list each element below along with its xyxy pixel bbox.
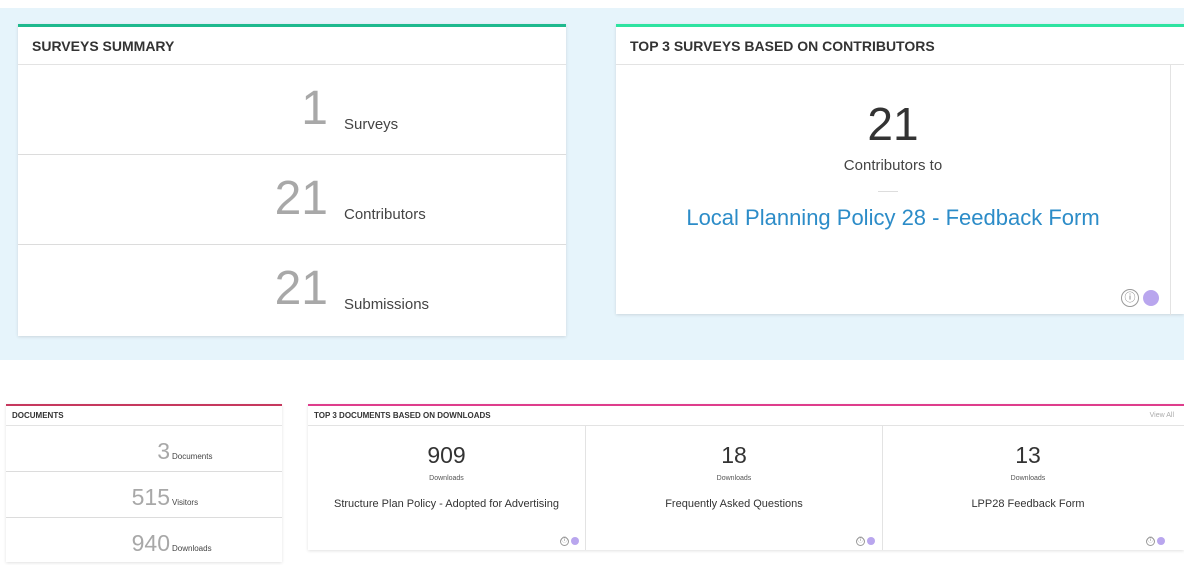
document-download-count: 18: [721, 442, 747, 468]
divider: [878, 191, 898, 192]
submissions-label: Submissions: [344, 296, 430, 313]
document-download-count: 13: [1015, 442, 1041, 468]
documents-stat-row: 3 Documents: [6, 426, 282, 472]
top-documents-columns: 909 Downloads Structure Plan Policy - Ad…: [308, 426, 1184, 550]
contributors-label: Contributors: [344, 206, 426, 223]
carousel-dot[interactable]: [1143, 290, 1159, 306]
top-documents-card: TOP 3 DOCUMENTS BASED ON DOWNLOADS View …: [308, 404, 1184, 550]
document-download-count: 909: [427, 442, 466, 468]
top-survey-contributor-count: 21: [867, 98, 919, 150]
surveys-summary-title: SURVEYS SUMMARY: [18, 27, 566, 65]
downloads-count: 940: [131, 530, 170, 556]
info-icon[interactable]: ⓘ: [560, 537, 569, 546]
submissions-count: 21: [274, 262, 328, 315]
document-download-label: Downloads: [429, 475, 464, 482]
visitors-stat-row: 515 Visitors: [6, 472, 282, 518]
surveys-stat-row: 1 Surveys: [18, 65, 566, 155]
contributors-stat-row: 21 Contributors: [18, 155, 566, 245]
document-download-label: Downloads: [1010, 475, 1046, 482]
document-title[interactable]: LPP28 Feedback Form: [883, 498, 1173, 510]
visitors-count: 515: [131, 484, 170, 510]
top-document-item[interactable]: 909 Downloads Structure Plan Policy - Ad…: [308, 426, 586, 550]
top-survey-link[interactable]: Local Planning Policy 28 - Feedback Form: [616, 205, 1170, 231]
info-icon[interactable]: ⓘ: [1121, 289, 1139, 307]
surveys-label: Surveys: [344, 116, 399, 133]
top-documents-title: TOP 3 DOCUMENTS BASED ON DOWNLOADS: [314, 411, 491, 420]
document-title[interactable]: Frequently Asked Questions: [586, 498, 882, 510]
documents-count: 3: [157, 438, 170, 464]
top-survey-slide: 21 Contributors to Local Planning Policy…: [616, 65, 1171, 315]
downloads-stat-row: 940 Downloads: [6, 518, 282, 564]
document-title[interactable]: Structure Plan Policy - Adopted for Adve…: [308, 498, 585, 510]
downloads-label: Downloads: [172, 544, 212, 553]
documents-title: DOCUMENTS: [6, 406, 282, 426]
carousel-dot[interactable]: [1157, 537, 1165, 545]
view-all-link[interactable]: View All: [1150, 406, 1174, 426]
top-surveys-card: TOP 3 SURVEYS BASED ON CONTRIBUTORS 21 C…: [616, 24, 1184, 315]
surveys-summary-card: SURVEYS SUMMARY 1 Surveys 21 Contributor…: [18, 24, 566, 336]
surveys-count: 1: [301, 82, 328, 135]
document-download-label: Downloads: [716, 475, 752, 482]
top-document-item[interactable]: 18 Downloads Frequently Asked Questions …: [586, 426, 883, 550]
carousel-dot[interactable]: [867, 537, 875, 545]
carousel-dot[interactable]: [571, 537, 579, 545]
submissions-stat-row: 21 Submissions: [18, 245, 566, 335]
top-documents-header: TOP 3 DOCUMENTS BASED ON DOWNLOADS View …: [308, 406, 1184, 426]
info-icon[interactable]: ⓘ: [1146, 537, 1155, 546]
visitors-label: Visitors: [172, 498, 199, 507]
contributors-count: 21: [274, 172, 328, 225]
info-icon[interactable]: ⓘ: [856, 537, 865, 546]
documents-label: Documents: [172, 452, 213, 461]
top-document-item[interactable]: 13 Downloads LPP28 Feedback Form ⓘ: [883, 426, 1173, 550]
top-survey-count-label: Contributors to: [843, 157, 943, 174]
top-surveys-title: TOP 3 SURVEYS BASED ON CONTRIBUTORS: [616, 27, 1184, 65]
documents-card: DOCUMENTS 3 Documents 515 Visitors 940 D…: [6, 404, 282, 562]
